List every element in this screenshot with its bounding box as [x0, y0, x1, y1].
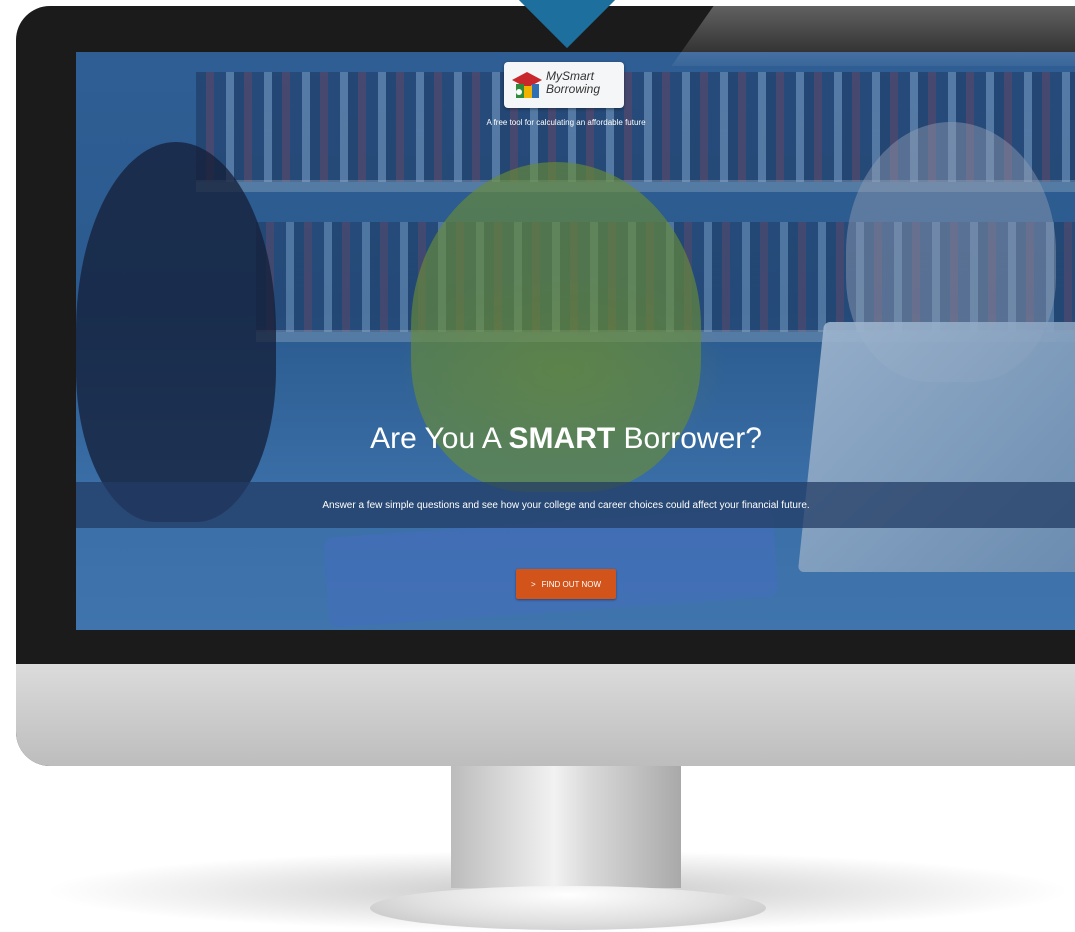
- monitor-stand-base: [370, 886, 766, 930]
- hero-headline: Are You A SMART Borrower?: [76, 422, 1056, 456]
- hero-subline: Answer a few simple questions and see ho…: [322, 500, 810, 511]
- logo-wordmark: MySmart Borrowing: [546, 69, 601, 96]
- cta-label: FIND OUT NOW: [541, 579, 602, 589]
- tagline: A free tool for calculating an affordabl…: [486, 118, 646, 127]
- headline-suffix: Borrower?: [623, 422, 762, 455]
- graduation-cap-logo-icon: [512, 72, 542, 98]
- monitor-chin: [16, 664, 1075, 766]
- chevron-right-icon: >: [530, 579, 536, 589]
- student-left: [76, 142, 276, 522]
- headline-prefix: Are You A: [370, 422, 501, 455]
- site-logo[interactable]: MySmart Borrowing: [504, 62, 624, 108]
- website-screen: MySmart Borrowing A free tool for calcul…: [76, 52, 1075, 630]
- monitor: MySmart Borrowing A free tool for calcul…: [16, 6, 1075, 766]
- headline-emphasis: SMART: [508, 422, 616, 455]
- find-out-now-button[interactable]: > FIND OUT NOW: [516, 569, 616, 599]
- monitor-stand-neck: [451, 766, 681, 888]
